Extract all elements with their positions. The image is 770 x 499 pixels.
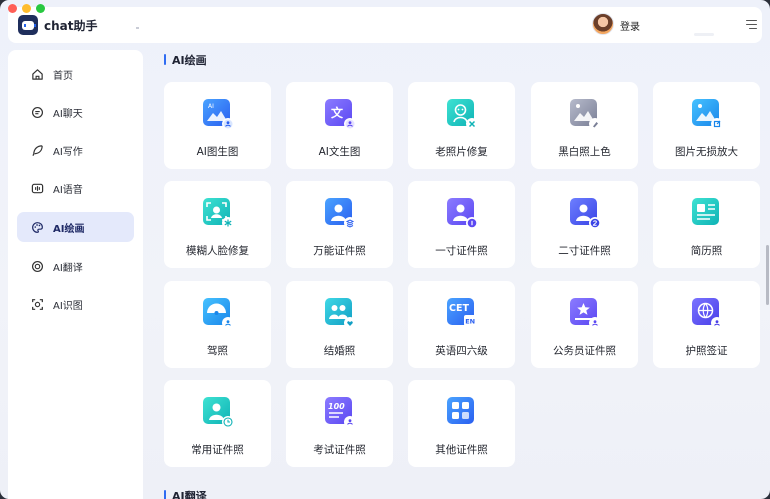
tool-label: 万能证件照 <box>313 245 366 257</box>
driver-license-icon <box>201 296 235 330</box>
exam-photo-icon: 100 <box>323 395 357 429</box>
colorize-photo-icon <box>568 97 602 131</box>
sidebar-item-label: AI聊天 <box>53 108 83 120</box>
tool-card[interactable]: 黑白照上色 <box>531 82 638 169</box>
one-inch-photo-icon <box>445 196 479 230</box>
sidebar-item-label: AI翻译 <box>53 262 83 274</box>
exam-score-text: 100 <box>328 402 345 411</box>
home-icon <box>31 68 44 81</box>
divider <box>694 33 714 36</box>
tool-label: 其他证件照 <box>435 444 488 456</box>
user-avatar[interactable] <box>592 13 614 35</box>
tool-label: 考试证件照 <box>313 444 366 456</box>
image-to-image-icon: AI <box>201 97 235 131</box>
minimize-window-button[interactable] <box>22 4 31 13</box>
tool-label: 英语四六级 <box>435 345 488 357</box>
tool-label: 黑白照上色 <box>558 146 611 158</box>
top-header: chat助手 登录 <box>8 7 762 43</box>
tool-label: 简历照 <box>690 245 723 257</box>
scrollbar[interactable] <box>766 245 769 305</box>
tool-label: 驾照 <box>207 345 228 357</box>
tool-card[interactable]: 文 AI文生图 <box>286 82 393 169</box>
civil-servant-photo-icon <box>568 296 602 330</box>
two-inch-photo-icon <box>568 196 602 230</box>
tool-card[interactable]: 常用证件照 <box>164 380 271 467</box>
tool-label: 结婚照 <box>323 345 356 357</box>
image-upscale-icon <box>690 97 724 131</box>
tool-label: 二寸证件照 <box>558 245 611 257</box>
tool-label: 一寸证件照 <box>435 245 488 257</box>
feather-icon <box>31 144 44 157</box>
tool-card[interactable]: 老照片修复 <box>408 82 515 169</box>
tool-card[interactable]: 结婚照 <box>286 281 393 368</box>
section-title: AI绘画 <box>164 52 207 68</box>
tool-card[interactable]: AI AI图生图 <box>164 82 271 169</box>
tool-card[interactable]: 万能证件照 <box>286 181 393 268</box>
tool-card[interactable]: 模糊人脸修复 <box>164 181 271 268</box>
tool-card[interactable]: 公务员证件照 <box>531 281 638 368</box>
old-photo-repair-icon <box>445 97 479 131</box>
palette-icon <box>31 221 44 234</box>
tool-label: AI文生图 <box>318 146 361 158</box>
tool-card[interactable]: CET EN 英语四六级 <box>408 281 515 368</box>
tool-card[interactable]: 简历照 <box>653 181 760 268</box>
ai-mark: AI <box>208 103 214 110</box>
cet-text: CET <box>449 303 469 314</box>
menu-icon[interactable] <box>746 19 757 30</box>
tool-label: 公务员证件照 <box>553 345 616 357</box>
resume-photo-icon <box>690 196 724 230</box>
section-title: AI翻译 <box>164 488 207 499</box>
sidebar-item-write[interactable]: AI写作 <box>17 135 134 165</box>
maximize-window-button[interactable] <box>36 4 45 13</box>
tool-label: 护照签证 <box>685 345 728 357</box>
text-to-image-icon: 文 <box>323 97 357 131</box>
app-title: chat助手 <box>44 19 98 33</box>
sidebar: 首页 AI聊天 AI写作 AI语音 AI绘画 AI翻译 AI识图 <box>8 50 143 499</box>
translate-icon <box>31 260 44 273</box>
tool-card[interactable]: 驾照 <box>164 281 271 368</box>
sidebar-item-translate[interactable]: AI翻译 <box>17 251 134 281</box>
common-id-photo-icon <box>201 395 235 429</box>
tool-card[interactable]: 护照签证 <box>653 281 760 368</box>
login-button[interactable]: 登录 <box>620 18 640 33</box>
divider <box>136 27 139 29</box>
app-window: chat助手 登录 首页 AI聊天 AI写作 AI语音 AI绘画 AI翻译 AI… <box>0 0 770 499</box>
sidebar-item-voice[interactable]: AI语音 <box>17 173 134 203</box>
sidebar-item-label: AI识图 <box>53 300 83 312</box>
chat-bubble-icon <box>31 106 44 119</box>
marriage-photo-icon <box>323 296 357 330</box>
tool-card[interactable]: 一寸证件照 <box>408 181 515 268</box>
tool-label: 常用证件照 <box>191 444 244 456</box>
sidebar-item-recognize[interactable]: AI识图 <box>17 289 134 319</box>
tool-card[interactable]: 其他证件照 <box>408 380 515 467</box>
other-id-photo-icon <box>445 395 479 429</box>
sidebar-item-label: 首页 <box>53 70 73 82</box>
tool-card[interactable]: 二寸证件照 <box>531 181 638 268</box>
universal-id-photo-icon <box>323 196 357 230</box>
sidebar-item-home[interactable]: 首页 <box>17 59 134 89</box>
sidebar-item-paint[interactable]: AI绘画 <box>17 212 134 242</box>
app-logo-icon <box>18 15 38 35</box>
text-mark: 文 <box>331 105 344 120</box>
sidebar-item-label: AI绘画 <box>53 223 85 235</box>
tool-label: 模糊人脸修复 <box>186 245 249 257</box>
tool-card[interactable]: 图片无损放大 <box>653 82 760 169</box>
cet-icon: CET EN <box>445 296 479 330</box>
sidebar-item-label: AI写作 <box>53 146 83 158</box>
passport-visa-icon <box>690 296 724 330</box>
voice-icon <box>31 182 44 195</box>
sidebar-footer <box>31 495 91 499</box>
window-controls <box>8 4 45 13</box>
tool-label: 老照片修复 <box>435 146 488 158</box>
face-repair-icon <box>201 196 235 230</box>
tool-card[interactable]: 100 考试证件照 <box>286 380 393 467</box>
tool-label: 图片无损放大 <box>675 146 738 158</box>
sidebar-item-chat[interactable]: AI聊天 <box>17 97 134 127</box>
sidebar-item-label: AI语音 <box>53 184 83 196</box>
close-window-button[interactable] <box>8 4 17 13</box>
cet-sub-text: EN <box>465 318 475 326</box>
tool-label: AI图生图 <box>196 146 239 158</box>
scan-icon <box>31 298 44 311</box>
